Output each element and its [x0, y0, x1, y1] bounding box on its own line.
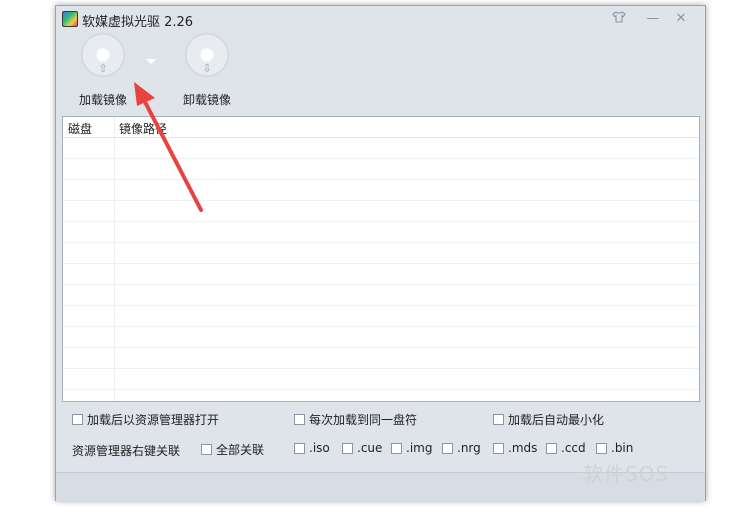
annotation-arrow-icon [134, 82, 203, 212]
